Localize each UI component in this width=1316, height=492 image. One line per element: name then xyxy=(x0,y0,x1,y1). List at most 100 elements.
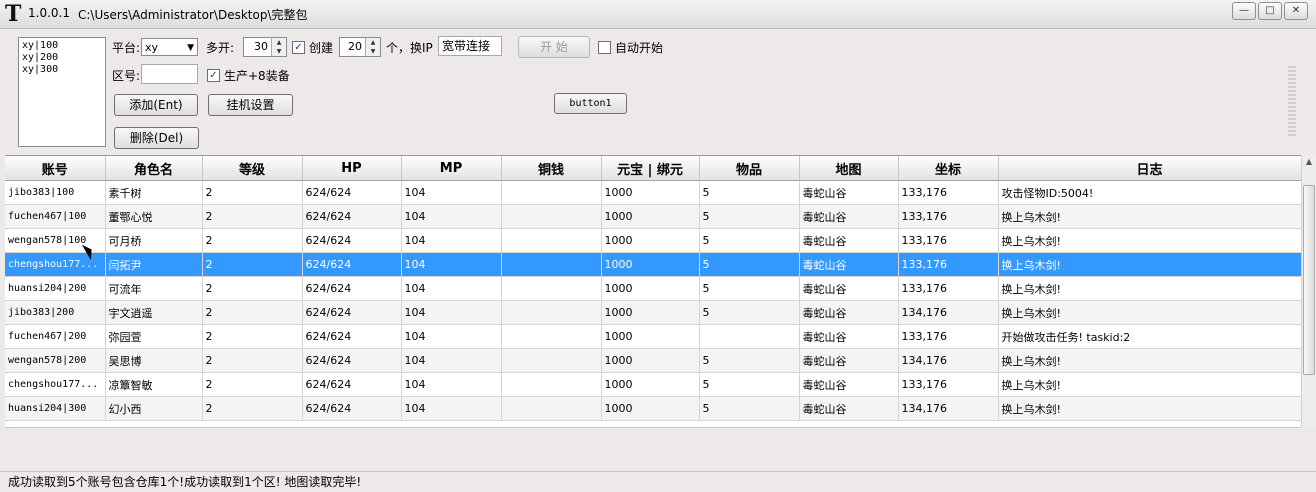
table-cell: 毒蛇山谷 xyxy=(799,300,899,325)
table-cell: 134,176 xyxy=(898,396,999,421)
table-row[interactable]: chengshou177... 闫拓尹 2 624/624 104 1000 5 毒蛇山谷 13… xyxy=(5,252,1301,277)
table-cell: 133,176 xyxy=(898,252,999,277)
table-cell: 毒蛇山谷 xyxy=(799,252,899,277)
table-cell: 2 xyxy=(202,300,303,325)
table-cell: 吴思博 xyxy=(105,348,203,373)
table-cell: 2 xyxy=(202,204,303,229)
table-cell: 1000 xyxy=(601,180,700,205)
account-listbox[interactable]: xy|100 xy|200 xy|300 xyxy=(18,37,106,147)
window-controls: — □ ✕ xyxy=(1232,2,1308,20)
delete-button[interactable]: 删除(Del) xyxy=(114,127,199,149)
column-header[interactable]: 坐标 xyxy=(898,156,999,181)
checkmark-icon[interactable]: ✓ xyxy=(292,41,305,54)
button1[interactable]: button1 xyxy=(554,93,627,114)
table-cell: 104 xyxy=(401,372,502,397)
table-cell: 宇文逍遥 xyxy=(105,300,203,325)
table-cell: 换上乌木剑! xyxy=(998,300,1301,325)
table-cell: huansi204|300 xyxy=(5,396,106,421)
stepper-arrows-icon[interactable]: ▲ ▼ xyxy=(271,38,286,56)
platform-label: 平台: xyxy=(112,41,141,55)
column-header[interactable]: 等级 xyxy=(202,156,303,181)
table-cell: 可流年 xyxy=(105,276,203,301)
checkmark-icon[interactable]: ✓ xyxy=(207,69,220,82)
platform-select[interactable]: xy ▼ xyxy=(141,38,198,56)
column-header[interactable]: 地图 xyxy=(799,156,899,181)
create-checkbox[interactable]: ✓ 创建 xyxy=(292,39,333,56)
table-cell: 毒蛇山谷 xyxy=(799,372,899,397)
hangup-settings-button[interactable]: 挂机设置 xyxy=(208,94,293,116)
table-cell: 攻击怪物ID:5004! xyxy=(998,180,1301,205)
table-cell xyxy=(501,204,602,229)
table-cell: 133,176 xyxy=(898,228,999,253)
table-cell: 弥园萱 xyxy=(105,324,203,349)
table-cell: 幻小西 xyxy=(105,396,203,421)
table-row[interactable]: wengan578|100 可月桥 2 624/624 104 1000 5 毒蛇山谷 133,… xyxy=(5,228,1301,253)
table-cell: 104 xyxy=(401,348,502,373)
produce-checkbox[interactable]: ✓ 生产+8装备 xyxy=(207,67,290,84)
table-cell: 换上乌木剑! xyxy=(998,348,1301,373)
table-row[interactable]: fuchen467|200 弥园萱 2 624/624 104 1000 毒蛇山谷 133,1… xyxy=(5,324,1301,349)
table-cell: 133,176 xyxy=(898,324,999,349)
column-header[interactable]: HP xyxy=(302,156,402,181)
account-grid: 账号 角色名 等级 HP MP 铜钱 元宝 | 绑元 物品 地图 坐标 日志 jibo383|100… xyxy=(5,155,1301,428)
table-row[interactable]: chengshou177... 凉簟智敏 2 624/624 104 1000 5 毒蛇山谷 1… xyxy=(5,372,1301,397)
column-header[interactable]: 铜钱 xyxy=(501,156,602,181)
table-cell: 2 xyxy=(202,396,303,421)
stepper-arrows-icon[interactable]: ▲ ▼ xyxy=(365,38,380,56)
multi-open-stepper[interactable]: 30 ▲ ▼ xyxy=(243,37,287,57)
column-header[interactable]: 元宝 | 绑元 xyxy=(601,156,700,181)
table-row[interactable]: wengan578|200 吴思博 2 624/624 104 1000 5 毒蛇山谷 134,… xyxy=(5,348,1301,373)
column-header[interactable]: MP xyxy=(401,156,502,181)
table-cell: 1000 xyxy=(601,396,700,421)
checkbox-empty-icon[interactable] xyxy=(598,41,611,54)
table-row[interactable]: jibo383|100 素千树 2 624/624 104 1000 5 毒蛇山谷 133,17… xyxy=(5,180,1301,205)
table-cell: 133,176 xyxy=(898,180,999,205)
ip-connection-input[interactable]: 宽带连接 xyxy=(438,36,502,56)
status-message: 成功读取到5个账号包含仓库1个!成功读取到1个区! 地图读取完毕! xyxy=(8,475,362,489)
table-cell: 1000 xyxy=(601,372,700,397)
table-cell: 换上乌木剑! xyxy=(998,276,1301,301)
add-button[interactable]: 添加(Ent) xyxy=(114,94,198,116)
scroll-up-icon[interactable]: ▲ xyxy=(1302,155,1316,169)
account-list-item[interactable]: xy|300 xyxy=(22,64,102,76)
close-button[interactable]: ✕ xyxy=(1284,2,1308,20)
create-count-value: 20 xyxy=(348,40,362,53)
table-cell: 624/624 xyxy=(302,180,402,205)
table-cell: 1000 xyxy=(601,204,700,229)
column-header[interactable]: 角色名 xyxy=(105,156,203,181)
table-cell: 5 xyxy=(699,204,800,229)
create-count-stepper[interactable]: 20 ▲ ▼ xyxy=(339,37,381,57)
auto-start-checkbox[interactable]: 自动开始 xyxy=(598,39,663,56)
column-header[interactable]: 账号 xyxy=(5,156,106,181)
panel-scroll-grip[interactable] xyxy=(1288,66,1296,136)
column-header[interactable]: 日志 xyxy=(998,156,1301,181)
table-row[interactable]: fuchen467|100 董鄂心悦 2 624/624 104 1000 5 毒蛇山谷 133… xyxy=(5,204,1301,229)
zone-input[interactable] xyxy=(141,64,198,84)
start-button[interactable]: 开 始 xyxy=(518,36,590,58)
table-cell: jibo383|200 xyxy=(5,300,106,325)
table-cell: 1000 xyxy=(601,252,700,277)
account-list-item[interactable]: xy|200 xyxy=(22,52,102,64)
table-cell: 624/624 xyxy=(302,252,402,277)
table-cell: 1000 xyxy=(601,348,700,373)
table-cell: 624/624 xyxy=(302,228,402,253)
table-cell: 凉簟智敏 xyxy=(105,372,203,397)
zone-label: 区号: xyxy=(112,69,141,83)
scrollbar-thumb[interactable] xyxy=(1303,185,1315,375)
grid-vertical-scrollbar[interactable]: ▲ xyxy=(1301,155,1316,427)
table-cell: 5 xyxy=(699,180,800,205)
account-list-item[interactable]: xy|100 xyxy=(22,40,102,52)
table-row[interactable]: huansi204|200 可流年 2 624/624 104 1000 5 毒蛇山谷 133,… xyxy=(5,276,1301,301)
status-bar: 成功读取到5个账号包含仓库1个!成功读取到1个区! 地图读取完毕! xyxy=(0,471,1316,492)
table-cell: huansi204|200 xyxy=(5,276,106,301)
table-cell: 毒蛇山谷 xyxy=(799,180,899,205)
table-row[interactable]: jibo383|200 宇文逍遥 2 624/624 104 1000 5 毒蛇山谷 134,1… xyxy=(5,300,1301,325)
column-header[interactable]: 物品 xyxy=(699,156,800,181)
table-row[interactable]: huansi204|300 幻小西 2 624/624 104 1000 5 毒蛇山谷 134,… xyxy=(5,396,1301,421)
table-cell: 104 xyxy=(401,276,502,301)
table-cell: 2 xyxy=(202,324,303,349)
maximize-button[interactable]: □ xyxy=(1258,2,1282,20)
minimize-button[interactable]: — xyxy=(1232,2,1256,20)
table-cell: 换上乌木剑! xyxy=(998,228,1301,253)
table-cell: 624/624 xyxy=(302,396,402,421)
